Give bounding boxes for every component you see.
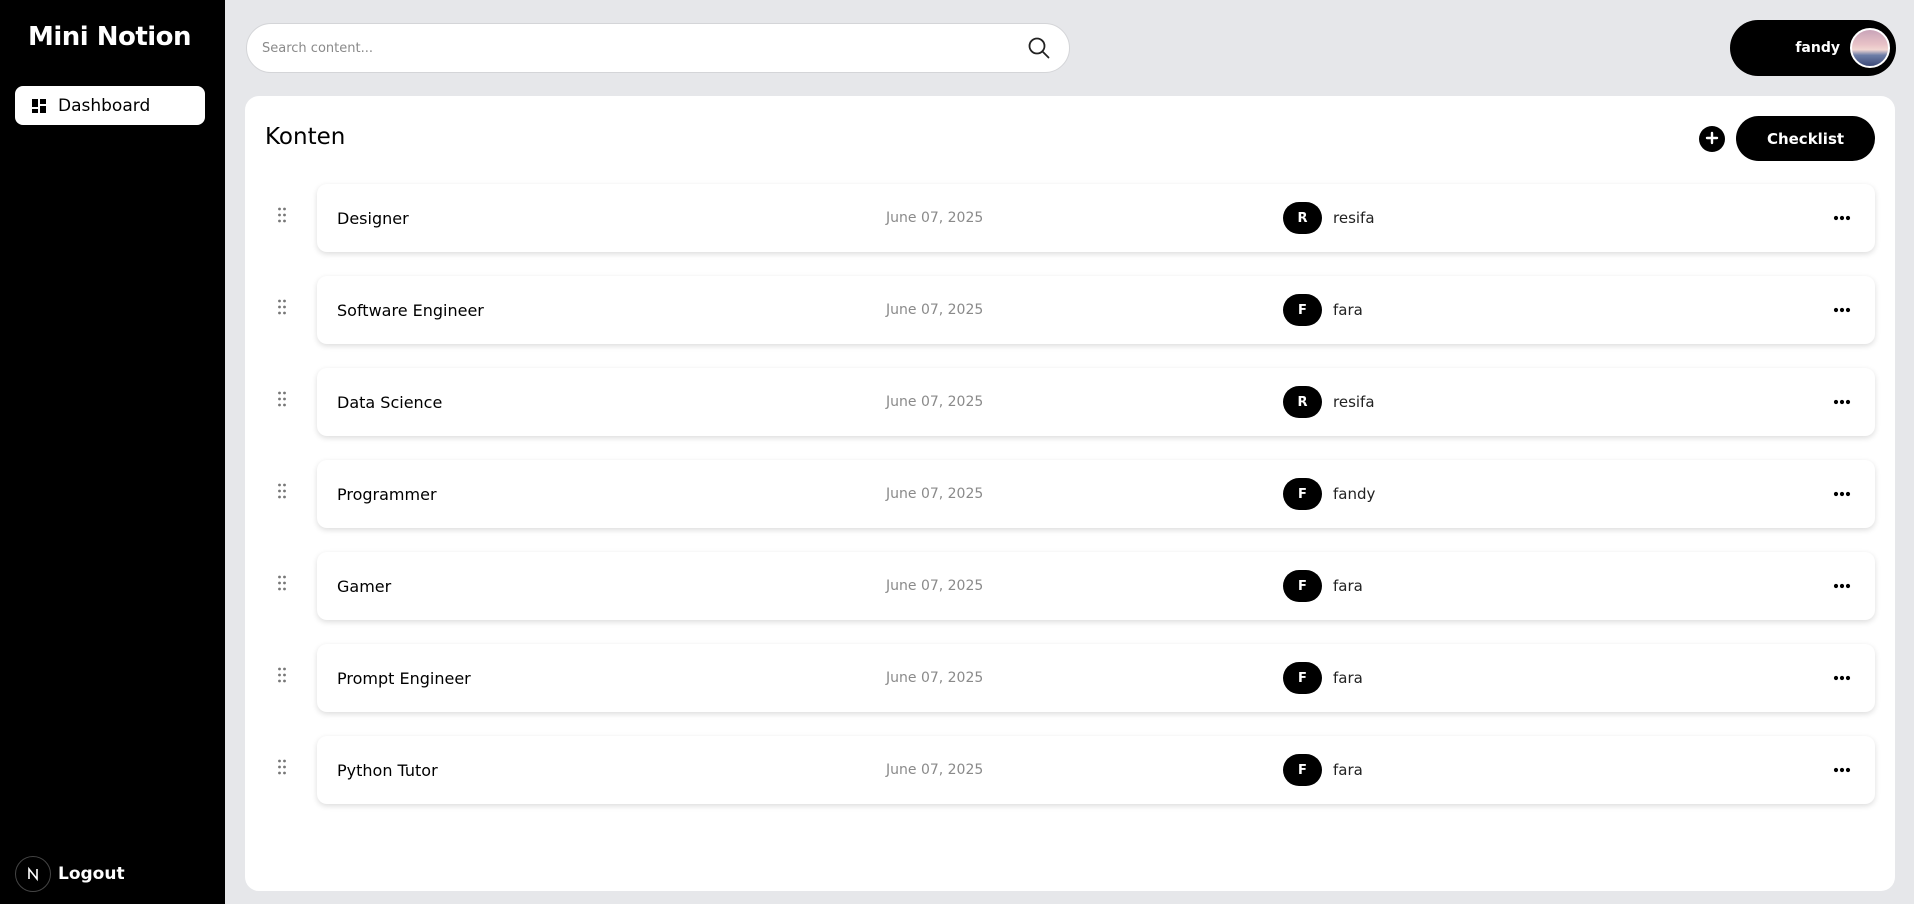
owner-initial-badge: F [1283, 662, 1322, 694]
user-name: fandy [1795, 40, 1840, 56]
content-card[interactable]: Programmer June 07, 2025 F fandy [317, 460, 1875, 528]
page-title: Konten [265, 124, 346, 150]
more-options-icon[interactable] [1831, 575, 1853, 597]
content-card[interactable]: Designer June 07, 2025 R resifa [317, 184, 1875, 252]
sidebar-item-label: Dashboard [58, 95, 151, 116]
content-owner: F fara [1283, 754, 1363, 786]
owner-name: fara [1333, 301, 1363, 319]
more-options-icon[interactable] [1831, 299, 1853, 321]
brand-title: Mini Notion [27, 22, 192, 52]
content-date: June 07, 2025 [886, 762, 984, 778]
content-card[interactable]: Gamer June 07, 2025 F fara [317, 552, 1875, 620]
content-title: Gamer [337, 576, 392, 596]
logout-button[interactable]: Logout [15, 856, 125, 892]
content-title: Data Science [337, 392, 443, 412]
list-item: Prompt Engineer June 07, 2025 F fara [245, 644, 1895, 736]
more-options-icon[interactable] [1831, 483, 1853, 505]
content-date: June 07, 2025 [886, 210, 984, 226]
owner-initial-badge: F [1283, 754, 1322, 786]
search-bar [246, 23, 1070, 73]
search-input[interactable] [262, 40, 1027, 56]
drag-handle-icon[interactable] [277, 574, 287, 592]
content-title: Software Engineer [337, 300, 484, 320]
more-options-icon[interactable] [1831, 667, 1853, 689]
more-options-icon[interactable] [1831, 759, 1853, 781]
dashboard-icon [31, 98, 47, 114]
content-card[interactable]: Python Tutor June 07, 2025 F fara [317, 736, 1875, 804]
content-date: June 07, 2025 [886, 486, 984, 502]
content-card[interactable]: Prompt Engineer June 07, 2025 F fara [317, 644, 1875, 712]
content-title: Programmer [337, 484, 437, 504]
sidebar-item-dashboard[interactable]: Dashboard [15, 86, 205, 125]
list-item: Data Science June 07, 2025 R resifa [245, 368, 1895, 460]
sidebar: Mini Notion Dashboard Logout [0, 0, 225, 904]
owner-name: fara [1333, 761, 1363, 779]
content-card[interactable]: Data Science June 07, 2025 R resifa [317, 368, 1875, 436]
content-list: Designer June 07, 2025 R resifa Software… [245, 184, 1895, 828]
content-owner: F fara [1283, 570, 1363, 602]
owner-initial-badge: R [1283, 202, 1322, 234]
owner-name: resifa [1333, 209, 1375, 227]
owner-initial-badge: F [1283, 294, 1322, 326]
content-title: Prompt Engineer [337, 668, 471, 688]
list-item: Gamer June 07, 2025 F fara [245, 552, 1895, 644]
add-content-button[interactable] [1699, 126, 1725, 152]
content-date: June 07, 2025 [886, 578, 984, 594]
content-date: June 07, 2025 [886, 394, 984, 410]
plus-icon [1705, 130, 1719, 149]
drag-handle-icon[interactable] [277, 298, 287, 316]
more-options-icon[interactable] [1831, 207, 1853, 229]
drag-handle-icon[interactable] [277, 758, 287, 776]
owner-initial-badge: F [1283, 570, 1322, 602]
drag-handle-icon[interactable] [277, 206, 287, 224]
app-logo-icon [15, 856, 51, 892]
owner-initial-badge: R [1283, 386, 1322, 418]
search-icon[interactable] [1027, 36, 1051, 60]
content-title: Python Tutor [337, 760, 438, 780]
drag-handle-icon[interactable] [277, 482, 287, 500]
content-owner: F fandy [1283, 478, 1375, 510]
list-item: Programmer June 07, 2025 F fandy [245, 460, 1895, 552]
drag-handle-icon[interactable] [277, 666, 287, 684]
content-owner: R resifa [1283, 386, 1375, 418]
owner-name: fara [1333, 669, 1363, 687]
drag-handle-icon[interactable] [277, 390, 287, 408]
content-title: Designer [337, 208, 409, 228]
owner-initial-badge: F [1283, 478, 1322, 510]
content-owner: R resifa [1283, 202, 1375, 234]
content-panel: Konten Checklist Designer June 07, 2025 … [245, 96, 1895, 891]
list-item: Software Engineer June 07, 2025 F fara [245, 276, 1895, 368]
avatar [1850, 28, 1890, 68]
owner-name: resifa [1333, 393, 1375, 411]
more-options-icon[interactable] [1831, 391, 1853, 413]
owner-name: fandy [1333, 485, 1376, 503]
list-item: Python Tutor June 07, 2025 F fara [245, 736, 1895, 828]
content-owner: F fara [1283, 662, 1363, 694]
logout-label: Logout [58, 864, 125, 884]
content-date: June 07, 2025 [886, 302, 984, 318]
content-card[interactable]: Software Engineer June 07, 2025 F fara [317, 276, 1875, 344]
list-item: Designer June 07, 2025 R resifa [245, 184, 1895, 276]
checklist-button[interactable]: Checklist [1736, 116, 1875, 161]
content-date: June 07, 2025 [886, 670, 984, 686]
user-menu[interactable]: fandy [1730, 20, 1896, 76]
content-owner: F fara [1283, 294, 1363, 326]
owner-name: fara [1333, 577, 1363, 595]
